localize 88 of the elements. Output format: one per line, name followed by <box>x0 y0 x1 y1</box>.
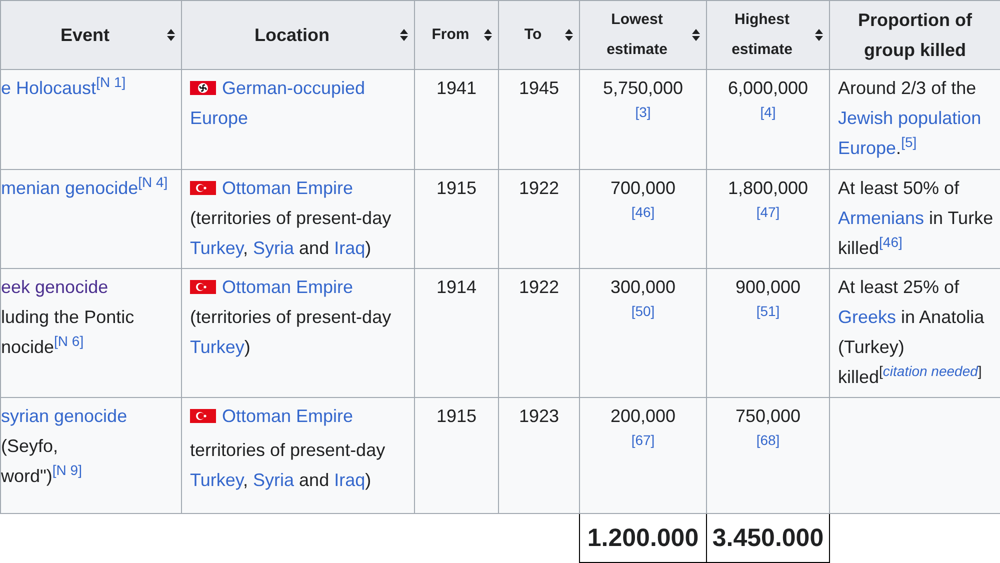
link[interactable]: Europe <box>838 138 896 158</box>
link[interactable]: Ottoman Empire <box>222 178 354 198</box>
reference-link[interactable]: [N 6] <box>54 333 84 349</box>
link[interactable]: Jewish population <box>838 108 982 128</box>
reference-link[interactable]: [47] <box>715 203 821 221</box>
link[interactable]: Armenians <box>838 208 924 228</box>
column-header: Highest estimate <box>730 10 794 60</box>
reference-link[interactable]: [N 9] <box>52 462 82 478</box>
link[interactable]: e Holocaust <box>1 78 96 98</box>
link[interactable]: Turkey <box>190 470 244 490</box>
reference-link[interactable]: [46] <box>588 203 698 221</box>
cell-text: (Turkey) <box>838 336 906 359</box>
sort-icon[interactable] <box>400 29 408 41</box>
cell-text: Turkey) <box>190 336 252 359</box>
link[interactable]: Syria <box>253 238 294 258</box>
reference-link[interactable]: [3] <box>588 103 698 121</box>
table-cell-text: 200,000 <box>609 405 677 428</box>
table-cell-text: 6,000,000 <box>726 77 810 100</box>
flag-icon <box>190 280 216 294</box>
table-cell-text: 1941 <box>435 77 478 100</box>
cell-text: territories of present-day <box>190 439 386 462</box>
table-cell-text: 1,800,000 <box>726 177 810 200</box>
link[interactable]: Europe <box>190 108 248 128</box>
sort-icon[interactable] <box>484 29 492 41</box>
table-cell-text: 1914 <box>435 276 478 299</box>
flag-icon <box>190 181 216 195</box>
table-cell-text: 5,750,000 <box>602 77 684 100</box>
column-header: To <box>523 25 543 45</box>
total-cell: 1.200.000 <box>580 514 706 562</box>
table-cell-text: 700,000 <box>609 177 677 200</box>
cell-text: Armenians in Turke <box>838 207 992 230</box>
total-cell: 3.450.000 <box>706 514 830 562</box>
reference-link[interactable]: [51] <box>715 302 821 320</box>
link[interactable]: Greeks <box>838 307 896 327</box>
link[interactable]: Syria <box>253 470 294 490</box>
reference-link[interactable]: [4] <box>715 103 821 121</box>
cell-text: Europe.$^{[5]}$ <box>838 133 918 160</box>
table-cell-text: 1922 <box>518 276 560 299</box>
table-cell-text: 900,000 <box>734 276 802 299</box>
link[interactable]: Iraq <box>334 470 366 490</box>
link[interactable]: syrian genocide <box>1 406 128 426</box>
cell-text: Turkey, Syria and Iraq) <box>190 469 372 492</box>
table-cell-text: 1923 <box>518 405 560 428</box>
sort-icon[interactable] <box>692 29 700 41</box>
table-cell-text: 1945 <box>518 77 560 100</box>
reference-link[interactable]: citation needed <box>882 363 978 379</box>
table-cell-text: 1915 <box>435 177 478 200</box>
reference-link[interactable]: [67] <box>588 431 698 449</box>
link[interactable]: Iraq <box>334 238 366 258</box>
cell-text: (territories of present-day <box>190 207 392 230</box>
cell-text: luding the Pontic <box>1 306 136 329</box>
reference-link[interactable]: [50] <box>588 302 698 320</box>
sort-icon[interactable] <box>167 29 175 41</box>
link[interactable]: Turkey <box>190 337 244 357</box>
link[interactable]: Turkey <box>190 238 244 258</box>
cell-text: word")$^{[N 9]}$ <box>1 461 83 488</box>
table-cell-text: 300,000 <box>609 276 677 299</box>
reference-link[interactable]: [N 1] <box>96 74 126 90</box>
sort-icon[interactable] <box>815 29 823 41</box>
cell-text: Around 2/3 of the <box>838 77 978 100</box>
reference-link[interactable]: [N 4] <box>138 174 168 190</box>
table-cell-text: 1922 <box>518 177 560 200</box>
link[interactable]: eek genocide <box>1 277 108 297</box>
table-cell-text: 1915 <box>435 405 478 428</box>
reference-link[interactable]: [46] <box>879 234 902 250</box>
link[interactable]: menian genocide <box>1 178 138 198</box>
link[interactable]: Ottoman Empire <box>222 406 354 426</box>
column-header: From <box>430 25 470 45</box>
sort-icon[interactable] <box>565 29 573 41</box>
reference-link[interactable]: [5] <box>901 134 917 150</box>
table-cell-text: 750,000 <box>734 405 802 428</box>
link[interactable]: Ottoman Empire <box>222 277 354 297</box>
flag-icon <box>190 81 216 95</box>
column-header: Lowest estimate <box>606 10 668 60</box>
link[interactable]: German-occupied <box>222 78 366 98</box>
column-header: Proportion of group killed <box>857 9 973 62</box>
cell-text: killed$^{[46]}$ <box>838 233 904 260</box>
column-header: Event <box>59 24 111 47</box>
cell-text: Greeks in Anatolia <box>838 306 986 329</box>
flag-icon <box>190 409 216 423</box>
cell-text: At least 25% of <box>838 276 960 299</box>
column-header: Location <box>254 24 330 47</box>
cell-text: (territories of present-day <box>190 306 392 329</box>
cell-text: At least 50% of <box>838 177 960 200</box>
cell-text: nocide$^{[N 6]}$ <box>1 332 85 359</box>
cell-text: Turkey, Syria and Iraq) <box>190 237 372 260</box>
reference-link[interactable]: [68] <box>715 431 821 449</box>
cell-text: (Seyfo, <box>1 435 60 458</box>
